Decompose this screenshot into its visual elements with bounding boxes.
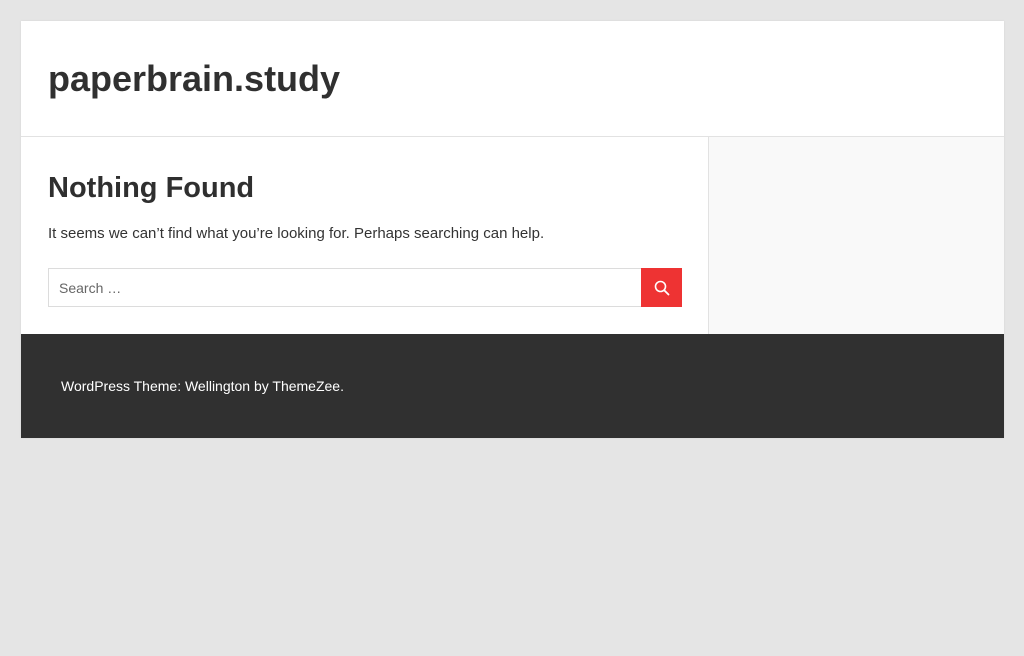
site-header: paperbrain.study — [21, 21, 1004, 137]
sidebar — [708, 137, 1004, 334]
search-button[interactable] — [641, 268, 682, 307]
search-form — [48, 268, 682, 307]
main-content: Nothing Found It seems we can’t find wha… — [21, 137, 708, 334]
site-footer: WordPress Theme: Wellington by ThemeZee. — [21, 334, 1004, 438]
page-title: Nothing Found — [48, 172, 255, 204]
footer-credit: WordPress Theme: Wellington by ThemeZee. — [61, 378, 344, 394]
content-area: Nothing Found It seems we can’t find wha… — [21, 137, 1004, 334]
page-container: paperbrain.study Nothing Found It seems … — [21, 21, 1004, 438]
not-found-message: It seems we can’t find what you’re looki… — [48, 225, 545, 242]
search-icon — [654, 280, 670, 296]
site-title-link[interactable]: paperbrain.study — [48, 58, 340, 100]
search-input[interactable] — [48, 268, 641, 307]
